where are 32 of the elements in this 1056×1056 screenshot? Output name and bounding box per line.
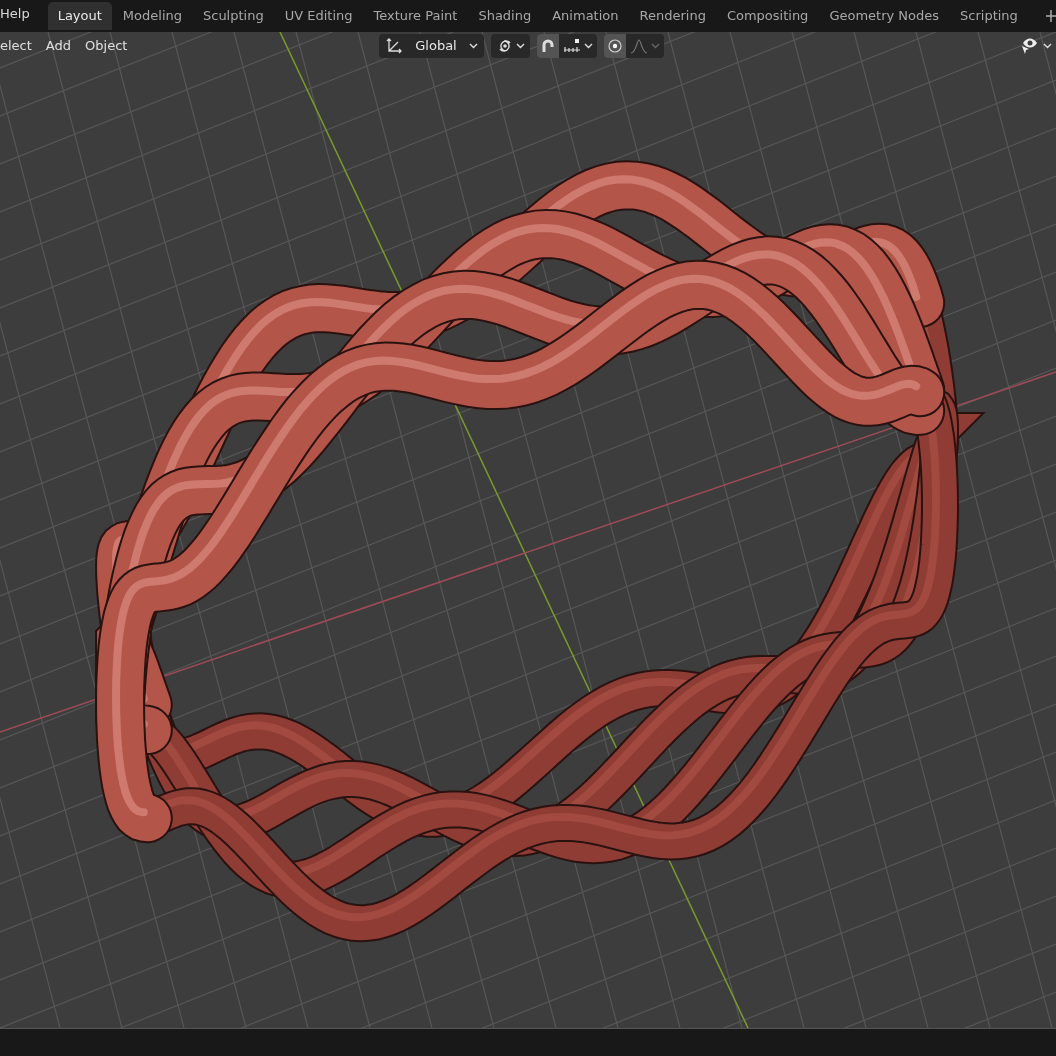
chevron-icon [1043, 43, 1052, 49]
proportional-editing-toggle[interactable] [604, 34, 626, 58]
workspace-tab[interactable]: Texture Paint [363, 2, 468, 30]
magnet-icon [540, 38, 556, 54]
axes-icon [385, 37, 403, 55]
3d-viewport[interactable]: elect Add Object Global [0, 32, 1056, 1028]
workspace-tab[interactable]: Modeling [112, 2, 192, 30]
add-icon[interactable] [1046, 10, 1056, 22]
menu-item[interactable]: Add [39, 34, 78, 58]
target-circle-icon [607, 38, 623, 54]
workspace-tab[interactable]: Animation [542, 2, 629, 30]
increment-icon [563, 38, 581, 54]
chevron-icon [584, 43, 593, 49]
chevron-icon [516, 43, 525, 49]
menu-item[interactable]: Help [0, 0, 30, 30]
workspace-tab[interactable]: Scripting [950, 2, 1028, 30]
workspace-tab[interactable]: UV Editing [274, 2, 363, 30]
menu-item[interactable]: elect [0, 34, 38, 58]
chevron-icon [469, 43, 478, 49]
workspace-tab[interactable]: Compositing [716, 2, 819, 30]
workspace-tab[interactable]: Sculpting [193, 2, 274, 30]
menu-item[interactable]: Object [79, 34, 134, 58]
chevron-icon [651, 43, 660, 49]
snap-toggle[interactable] [537, 34, 559, 58]
orientation-dropdown[interactable]: Global [379, 34, 484, 58]
pivot-dropdown[interactable] [491, 34, 530, 58]
bell-curve-icon [630, 38, 648, 54]
workspace-tab[interactable]: Layout [47, 2, 112, 30]
workspace-tab[interactable]: Geometry Nodes [819, 2, 950, 30]
workspace-tab[interactable]: Shading [468, 2, 542, 30]
eye-cursor-icon [1020, 37, 1040, 55]
workspace-tab[interactable]: Rendering [629, 2, 716, 30]
